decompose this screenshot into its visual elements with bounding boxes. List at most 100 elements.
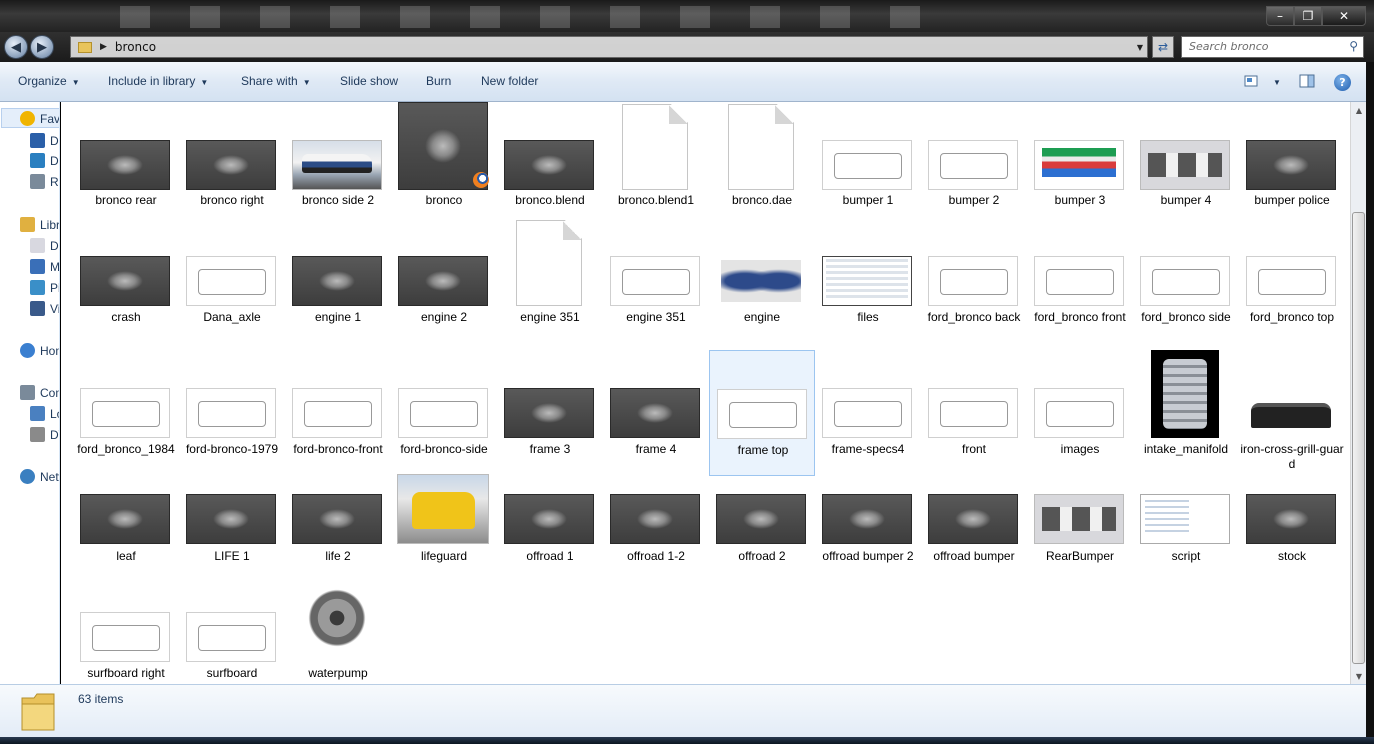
file-tile[interactable]: bronco side 2 xyxy=(285,102,391,227)
file-tile[interactable]: bumper police xyxy=(1239,102,1345,227)
nav-item-desktop[interactable]: Desktop xyxy=(30,133,59,148)
file-tile[interactable]: front xyxy=(921,350,1027,476)
file-thumbnail xyxy=(610,388,700,438)
file-tile[interactable]: engine 2 xyxy=(391,218,497,344)
file-tile[interactable]: stock xyxy=(1239,474,1345,583)
file-name: intake_manifold xyxy=(1143,442,1229,456)
file-tile[interactable]: ford_bronco back xyxy=(921,218,1027,344)
file-tile[interactable]: surfboard right xyxy=(73,568,179,684)
file-tile[interactable]: offroad 1-2 xyxy=(603,474,709,583)
file-tile[interactable]: life 2 xyxy=(285,474,391,583)
address-bar[interactable]: ▶ bronco ▼ xyxy=(70,36,1148,58)
vertical-scrollbar[interactable]: ▲ ▼ xyxy=(1350,102,1366,684)
file-tile[interactable]: ford-bronco-1979 xyxy=(179,350,285,476)
file-thumbnail xyxy=(1034,256,1124,306)
file-tile[interactable]: files xyxy=(815,218,921,344)
file-tile[interactable]: images xyxy=(1027,350,1133,476)
file-tile[interactable]: offroad bumper xyxy=(921,474,1027,583)
file-tile[interactable]: offroad bumper 2 xyxy=(815,474,921,583)
file-tile[interactable]: Dana_axle xyxy=(179,218,285,344)
preview-pane-icon[interactable] xyxy=(1298,72,1316,90)
breadcrumb-arrow-icon[interactable]: ▶ xyxy=(100,42,107,52)
nav-item-pictures[interactable]: Pictures xyxy=(30,280,59,295)
nav-item-libraries[interactable]: Libraries xyxy=(20,217,59,232)
maximize-button[interactable]: ❐ xyxy=(1294,6,1322,26)
nav-item-dvd-drive[interactable]: DVD Drive xyxy=(30,427,59,442)
file-tile[interactable]: waterpump xyxy=(285,568,391,684)
file-tile[interactable]: frame 4 xyxy=(603,350,709,476)
file-tile[interactable]: script xyxy=(1133,474,1239,583)
file-tile[interactable]: bumper 2 xyxy=(921,102,1027,227)
minimize-button[interactable]: – xyxy=(1266,6,1294,26)
file-tile[interactable]: ford_bronco front xyxy=(1027,218,1133,344)
file-tile[interactable]: bronco.blend1 xyxy=(603,102,709,227)
file-tile[interactable]: bumper 3 xyxy=(1027,102,1133,227)
nav-item-computer[interactable]: Computer xyxy=(20,385,59,400)
file-tile[interactable]: bronco.blend xyxy=(497,102,603,227)
file-tile[interactable]: engine 351 xyxy=(603,218,709,344)
nav-item-homegroup[interactable]: Homegroup xyxy=(20,343,59,358)
scroll-up-icon[interactable]: ▲ xyxy=(1351,102,1367,118)
file-tile[interactable]: frame top xyxy=(709,350,815,476)
back-button[interactable]: ◀ xyxy=(4,35,28,59)
nav-item-music[interactable]: Music xyxy=(30,259,59,274)
file-tile[interactable]: ford_bronco top xyxy=(1239,218,1345,344)
organize-button[interactable]: Organize ▼ xyxy=(18,74,80,88)
search-icon[interactable]: ⚲ xyxy=(1349,39,1358,53)
scroll-thumb[interactable] xyxy=(1352,212,1365,664)
file-tile[interactable]: iron-cross-grill-guard xyxy=(1239,350,1345,476)
file-tile[interactable]: leaf xyxy=(73,474,179,583)
change-view-icon[interactable] xyxy=(1243,72,1261,90)
file-tile[interactable]: intake_manifold xyxy=(1133,350,1239,476)
nav-item-recent-places[interactable]: Recent Places xyxy=(30,174,59,189)
forward-button[interactable]: ▶ xyxy=(30,35,54,59)
close-button[interactable]: ✕ xyxy=(1322,6,1366,26)
include-in-library-button[interactable]: Include in library ▼ xyxy=(108,74,208,88)
file-tile[interactable]: engine 351 xyxy=(497,218,603,344)
file-name: ford_bronco front xyxy=(1034,310,1126,324)
file-tile[interactable]: bumper 4 xyxy=(1133,102,1239,227)
refresh-button[interactable]: ⇄ xyxy=(1152,36,1174,58)
nav-item-videos[interactable]: Videos xyxy=(30,301,59,316)
file-tile[interactable]: ford-bronco-front xyxy=(285,350,391,476)
nav-item-favorites[interactable]: Favorites xyxy=(20,111,59,126)
slide-show-button[interactable]: Slide show xyxy=(340,74,398,88)
address-dropdown-icon[interactable]: ▼ xyxy=(1137,43,1143,52)
file-thumbnail xyxy=(822,256,912,306)
file-tile[interactable]: LIFE 1 xyxy=(179,474,285,583)
nav-item-label: Documents xyxy=(50,238,59,253)
file-tile[interactable]: frame-specs4 xyxy=(815,350,921,476)
share-with-button[interactable]: Share with ▼ xyxy=(241,74,311,88)
file-name: offroad 2 xyxy=(738,549,786,563)
file-tile[interactable]: ford-bronco-side xyxy=(391,350,497,476)
search-input[interactable]: Search bronco ⚲ xyxy=(1181,36,1364,58)
file-tile[interactable]: lifeguard xyxy=(391,474,497,583)
title-bar: – ❐ ✕ xyxy=(0,0,1374,34)
file-tile[interactable]: engine 1 xyxy=(285,218,391,344)
file-tile[interactable]: bronco rear xyxy=(73,102,179,227)
file-tile[interactable]: ford_bronco_1984 xyxy=(73,350,179,476)
nav-item-documents[interactable]: Documents xyxy=(30,238,59,253)
burn-button[interactable]: Burn xyxy=(426,74,451,88)
nav-item-label: Homegroup xyxy=(40,343,59,358)
file-tile[interactable]: offroad 2 xyxy=(709,474,815,583)
file-tile[interactable]: offroad 1 xyxy=(497,474,603,583)
nav-item-network[interactable]: Network xyxy=(20,469,59,484)
file-tile[interactable]: bronco right xyxy=(179,102,285,227)
file-tile[interactable]: bronco xyxy=(391,102,497,227)
breadcrumb-path[interactable]: bronco xyxy=(115,40,156,54)
file-tile[interactable]: bumper 1 xyxy=(815,102,921,227)
nav-item-downloads[interactable]: Downloads xyxy=(30,153,59,168)
file-tile[interactable]: engine xyxy=(709,218,815,344)
nav-item-local-disk-c[interactable]: Local Disk (C:) xyxy=(30,406,59,421)
file-tile[interactable]: bronco.dae xyxy=(709,102,815,227)
file-tile[interactable]: ford_bronco side xyxy=(1133,218,1239,344)
file-tile[interactable]: frame 3 xyxy=(497,350,603,476)
file-tile[interactable]: crash xyxy=(73,218,179,344)
scroll-down-icon[interactable]: ▼ xyxy=(1351,668,1367,684)
new-folder-button[interactable]: New folder xyxy=(481,74,538,88)
file-tile[interactable]: surfboard xyxy=(179,568,285,684)
file-tile[interactable]: RearBumper xyxy=(1027,474,1133,583)
help-button[interactable]: ? xyxy=(1334,74,1351,91)
view-options-dropdown[interactable]: ▼ xyxy=(1268,74,1281,88)
